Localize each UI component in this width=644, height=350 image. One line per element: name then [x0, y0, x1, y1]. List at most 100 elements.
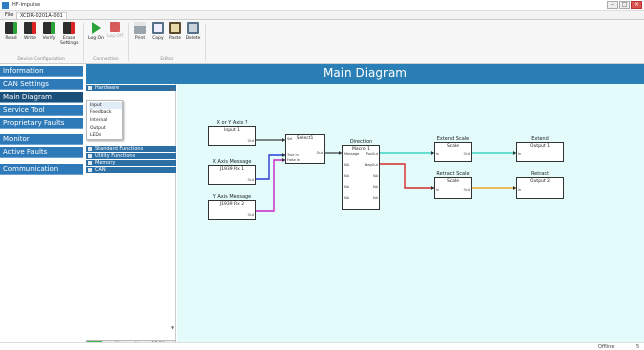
paste-button[interactable]: Paste [166, 22, 184, 54]
window-title: HF-Impulse [12, 2, 41, 8]
read-button[interactable]: Read [2, 22, 20, 54]
block-output1[interactable]: Output 1 In [516, 142, 564, 162]
port-na: NA [372, 196, 378, 200]
submenu-item-output[interactable]: Output [89, 125, 122, 132]
menu-file[interactable]: File [2, 12, 16, 19]
copy-icon [152, 22, 164, 34]
nav-item-service-tool[interactable]: Service Tool [0, 105, 83, 116]
submenu-item-leds[interactable]: LEDs [89, 132, 122, 139]
page-header: Main Diagram [86, 64, 644, 84]
block-input1[interactable]: Input 1 Out [208, 126, 256, 146]
expand-icon [88, 154, 92, 158]
title-bar: HF-Impulse – □ × [0, 0, 644, 11]
block-title-output1: Output 1 [530, 144, 550, 149]
diagram-canvas[interactable]: X or Y Axis ? Input 1 Out X Axis Message… [177, 84, 644, 342]
tree-section-standard-functions[interactable]: Standard Functions [86, 146, 176, 152]
port-false-in: False In [287, 158, 301, 162]
tree-section-can[interactable]: CAN [86, 167, 176, 173]
write-icon [24, 22, 36, 34]
nav-item-communication[interactable]: Communication [0, 164, 83, 175]
wire-rx2-falsein[interactable] [255, 159, 285, 212]
port-na: NA [344, 196, 350, 200]
ribbon-toolbar: Read Write Verify Erase Settings Device … [0, 20, 644, 64]
tab-device[interactable]: XCDR-0201A-001 [16, 12, 67, 19]
wire-macro-retract-scale[interactable] [380, 163, 434, 189]
port-negout: NegOut [364, 163, 378, 167]
maximize-icon[interactable]: □ [619, 1, 630, 9]
submenu-item-internal[interactable]: Internal [89, 117, 122, 124]
menu-bar: File XCDR-0201A-001 [0, 11, 644, 20]
tree-section-utility-functions[interactable]: Utility Functions [86, 153, 176, 159]
block-j1939-rx1[interactable]: J1939 Rx 1 Out [208, 165, 256, 185]
left-nav: Information CAN Settings Main Diagram Se… [0, 64, 83, 350]
port-in: In [436, 152, 440, 156]
play-icon [91, 22, 101, 34]
port-sel: Sel [287, 137, 293, 141]
scroll-down-icon[interactable]: ▼ [171, 325, 174, 330]
status-bar: Offline 5 [0, 342, 644, 350]
write-button[interactable]: Write [21, 22, 39, 54]
paste-icon [169, 22, 181, 34]
app-icon [2, 2, 9, 9]
connection-status: Offline [598, 344, 615, 350]
block-retract-scale[interactable]: Scale In Out [434, 177, 472, 199]
expand-icon [88, 161, 92, 165]
close-icon[interactable]: × [631, 1, 642, 9]
port-na: NA [344, 163, 350, 167]
log-off-button[interactable]: Log Off [106, 22, 124, 54]
status-number: 5 [636, 344, 640, 350]
nav-item-proprietary-faults[interactable]: Proprietary Faults [0, 118, 83, 129]
stop-icon [110, 22, 120, 32]
ribbon-separator [205, 23, 206, 61]
print-button[interactable]: Print [131, 22, 149, 54]
device-configuration-group-label: Device Configuration [17, 57, 65, 62]
port-out: Out [316, 151, 323, 155]
delete-button[interactable]: Delete [184, 22, 202, 54]
minimize-icon[interactable]: – [607, 1, 618, 9]
wire-rx1-truein[interactable] [255, 154, 285, 180]
submenu-item-input[interactable]: Input [89, 102, 122, 109]
scroll-up-icon[interactable]: ▲ [171, 86, 174, 91]
block-select1[interactable]: Select1 Sel True In False In Out [285, 134, 325, 164]
port-na: NA [372, 185, 378, 189]
port-in: In [518, 188, 522, 192]
nav-item-main-diagram[interactable]: Main Diagram [0, 92, 83, 103]
port-true-in: True In [287, 153, 299, 157]
verify-button[interactable]: Verify [40, 22, 58, 54]
nav-item-information[interactable]: Information [0, 66, 83, 77]
read-icon [5, 22, 17, 34]
block-title-extend-scale: Scale [446, 144, 460, 149]
port-out: Out [463, 152, 470, 156]
port-na: NA [344, 174, 350, 178]
log-on-button[interactable]: Log On [87, 22, 105, 54]
editor-group-label: Editor [160, 57, 174, 62]
nav-item-monitor[interactable]: Monitor [0, 134, 83, 145]
expand-icon [88, 147, 92, 151]
block-extend-scale[interactable]: Scale In Out [434, 142, 472, 162]
nav-item-can-settings[interactable]: CAN Settings [0, 79, 83, 90]
port-in: In [436, 188, 440, 192]
block-title-input1: Input 1 [224, 128, 240, 133]
hardware-submenu: Input Feedback Internal Output LEDs [86, 100, 123, 140]
port-out: Out [463, 188, 470, 192]
block-output2[interactable]: Output 2 In [516, 177, 564, 199]
port-message: Message [344, 152, 360, 156]
port-out: Out [247, 213, 254, 217]
page-title: Main Diagram [323, 66, 407, 80]
block-title-output2: Output 2 [530, 179, 550, 184]
erase-icon [63, 22, 75, 34]
printer-icon [134, 22, 146, 34]
nav-item-active-faults[interactable]: Active Faults [0, 147, 83, 158]
connection-group-label: Connection [93, 57, 119, 62]
tree-section-hardware[interactable]: Hardware [86, 85, 176, 91]
block-title-rx1: J1939 Rx 1 [219, 167, 245, 172]
block-j1939-rx2[interactable]: J1939 Rx 2 Out [208, 200, 256, 220]
trash-icon [187, 22, 199, 34]
copy-button[interactable]: Copy [149, 22, 167, 54]
erase-settings-button[interactable]: Erase Settings [60, 22, 78, 54]
submenu-item-feedback[interactable]: Feedback [89, 109, 122, 116]
expand-icon [88, 86, 92, 90]
block-macro1[interactable]: Macro 1 Message PosOut NegOut NA NA NA N… [342, 145, 380, 210]
block-title-retract-scale: Scale [446, 179, 460, 184]
tree-section-memory[interactable]: Memory [86, 160, 176, 166]
